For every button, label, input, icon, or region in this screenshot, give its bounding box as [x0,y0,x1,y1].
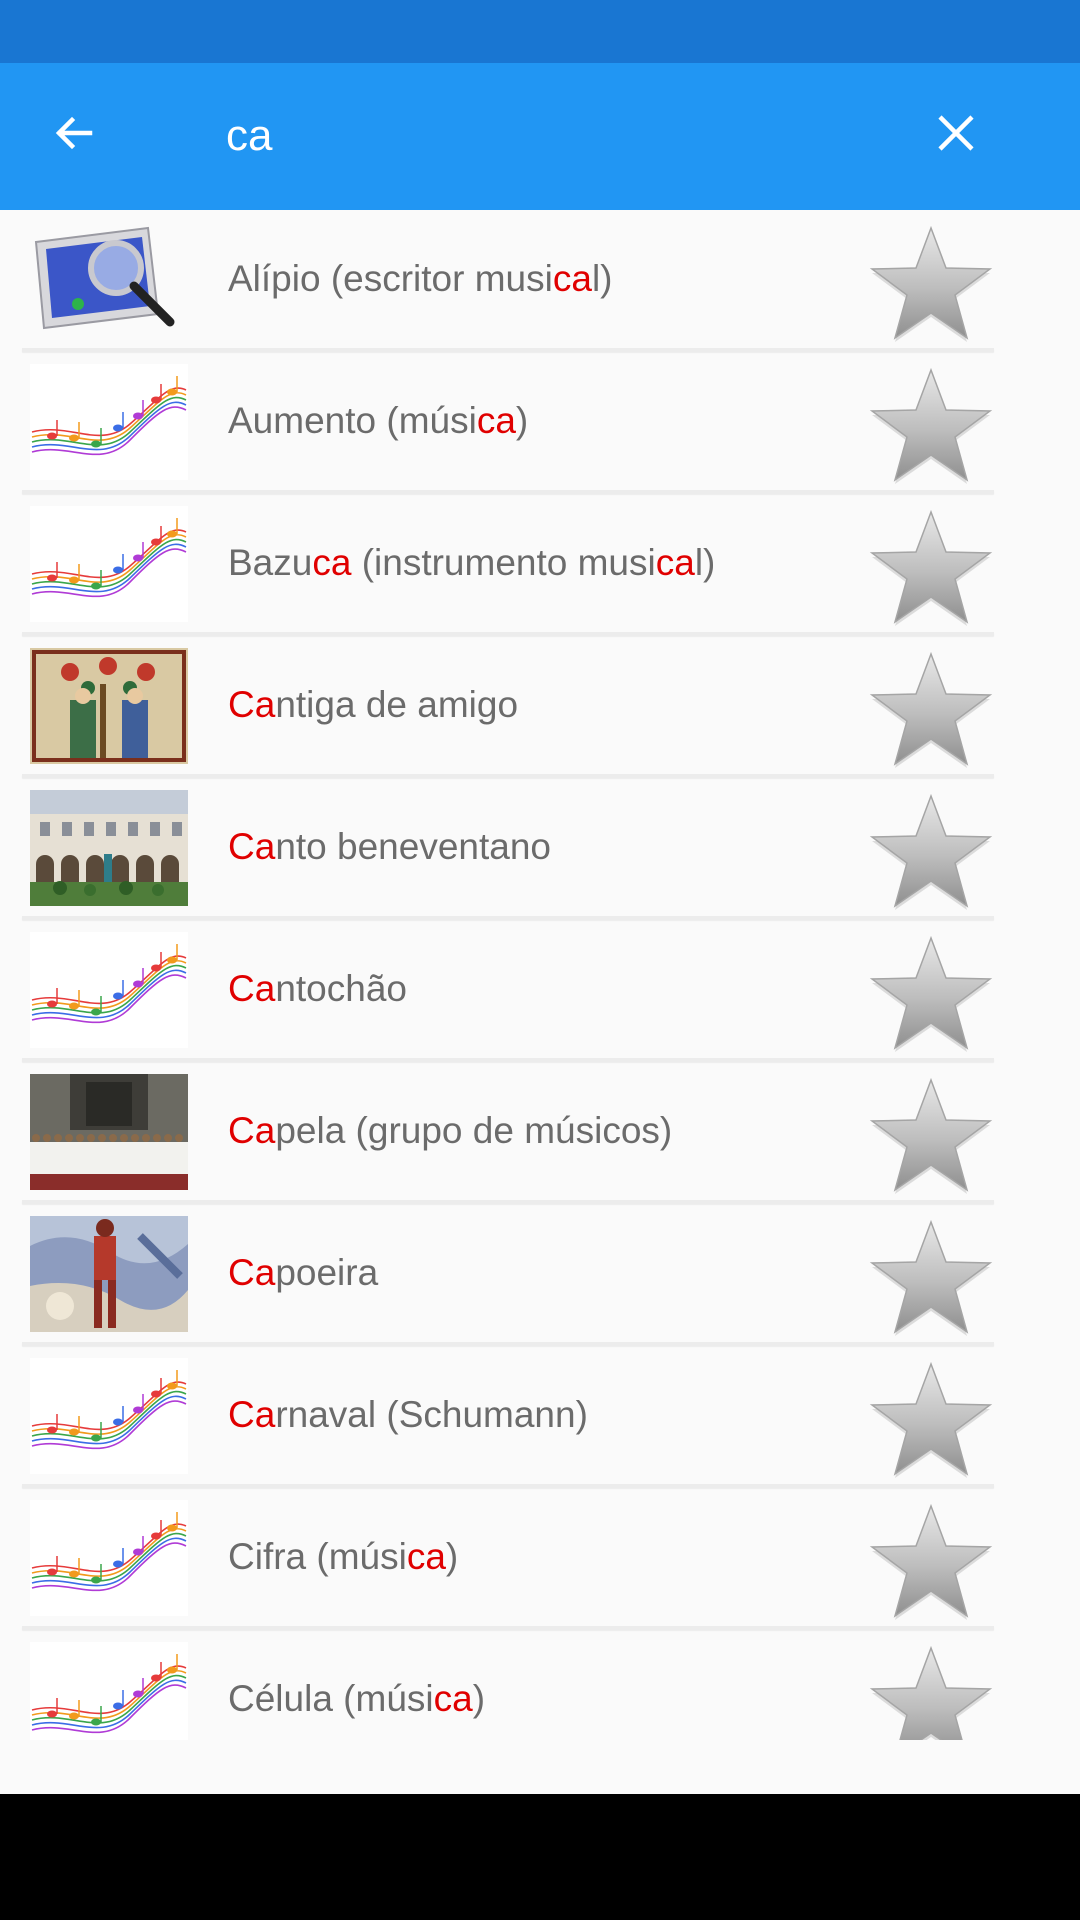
title-match-highlight: Ca [228,968,276,1009]
title-match-highlight: Ca [228,1110,276,1151]
result-title: Carnaval (Schumann) [228,1346,588,1484]
result-thumbnail [30,1074,188,1190]
favorite-star-button[interactable] [866,506,996,630]
result-item[interactable]: Bazuca (instrumento musical) [0,494,1080,636]
title-match-highlight: ca [433,1678,473,1719]
result-thumbnail [30,1216,188,1332]
arrow-left-icon [55,116,93,150]
result-thumbnail [30,648,188,764]
star-icon [869,1645,993,1740]
result-thumbnail [30,932,188,1048]
result-thumbnail [30,222,188,338]
result-item[interactable]: Capoeira [0,1204,1080,1346]
close-icon [938,115,974,151]
title-text: Bazu [228,542,313,583]
result-item[interactable]: Cantochão [0,920,1080,1062]
clear-search-button[interactable] [916,93,996,173]
result-item[interactable]: Aumento (música) [0,352,1080,494]
title-text: pela (grupo de músicos) [275,1110,673,1151]
result-title: Capoeira [228,1204,378,1342]
back-button[interactable] [34,93,114,173]
result-title: Cantochão [228,920,407,1058]
result-title: Alípio (escritor musical) [228,210,612,348]
search-app-bar [0,63,1080,210]
favorite-star-button[interactable] [866,1074,996,1198]
result-title: Canto beneventano [228,778,551,916]
navigation-bar [0,1794,1080,1920]
title-text: l) [591,258,613,299]
result-item[interactable]: Capela (grupo de músicos) [0,1062,1080,1204]
title-text: nto beneventano [275,826,552,867]
favorite-star-button[interactable] [866,364,996,488]
result-item[interactable]: Carnaval (Schumann) [0,1346,1080,1488]
result-title: Bazuca (instrumento musical) [228,494,715,632]
favorite-star-button[interactable] [866,1642,996,1740]
title-text: ) [445,1536,459,1577]
title-match-highlight: Ca [228,684,276,725]
result-title: Célula (música) [228,1630,485,1740]
result-thumbnail [30,506,188,622]
result-thumbnail [30,364,188,480]
result-item[interactable]: Cifra (música) [0,1488,1080,1630]
result-thumbnail [30,1642,188,1740]
title-text: rnaval (Schumann) [275,1394,588,1435]
star-icon [869,651,993,768]
star-icon [869,509,993,626]
star-icon [869,1503,993,1620]
star-icon [869,367,993,484]
result-title: Cantiga de amigo [228,636,518,774]
result-item[interactable]: Cantiga de amigo [0,636,1080,778]
star-icon [869,225,993,342]
title-match-highlight: ca [476,400,516,441]
title-text: ) [472,1678,486,1719]
favorite-star-button[interactable] [866,1358,996,1482]
status-bar [0,0,1080,63]
title-text: Célula (músi [228,1678,434,1719]
result-title: Aumento (música) [228,352,528,490]
star-icon [869,935,993,1052]
result-title: Cifra (música) [228,1488,458,1626]
title-text: Alípio (escritor musi [228,258,553,299]
title-match-highlight: ca [406,1536,446,1577]
favorite-star-button[interactable] [866,1216,996,1340]
result-title: Capela (grupo de músicos) [228,1062,672,1200]
title-text: (instrumento musi [351,542,656,583]
title-match-highlight: Ca [228,826,276,867]
title-text: ntochão [275,968,407,1009]
title-match-highlight: Ca [228,1252,276,1293]
title-match-highlight: ca [312,542,352,583]
favorite-star-button[interactable] [866,648,996,772]
title-text: poeira [275,1252,379,1293]
title-text: ) [515,400,529,441]
search-input[interactable] [226,101,876,171]
favorite-star-button[interactable] [866,1500,996,1624]
favorite-star-button[interactable] [866,222,996,346]
title-match-highlight: ca [655,542,695,583]
favorite-star-button[interactable] [866,932,996,1056]
result-thumbnail [30,1500,188,1616]
search-results-list: Alípio (escritor musical) Aumento (música… [0,210,1080,1740]
title-text: ntiga de amigo [275,684,519,725]
result-item[interactable]: Alípio (escritor musical) [0,210,1080,352]
star-icon [869,1361,993,1478]
title-match-highlight: ca [552,258,592,299]
result-item[interactable]: Célula (música) [0,1630,1080,1740]
title-text: l) [694,542,716,583]
result-item[interactable]: Canto beneventano [0,778,1080,920]
title-match-highlight: Ca [228,1394,276,1435]
title-text: Aumento (músi [228,400,477,441]
result-thumbnail [30,790,188,906]
result-thumbnail [30,1358,188,1474]
title-text: Cifra (músi [228,1536,407,1577]
star-icon [869,1077,993,1194]
favorite-star-button[interactable] [866,790,996,914]
star-icon [869,1219,993,1336]
star-icon [869,793,993,910]
